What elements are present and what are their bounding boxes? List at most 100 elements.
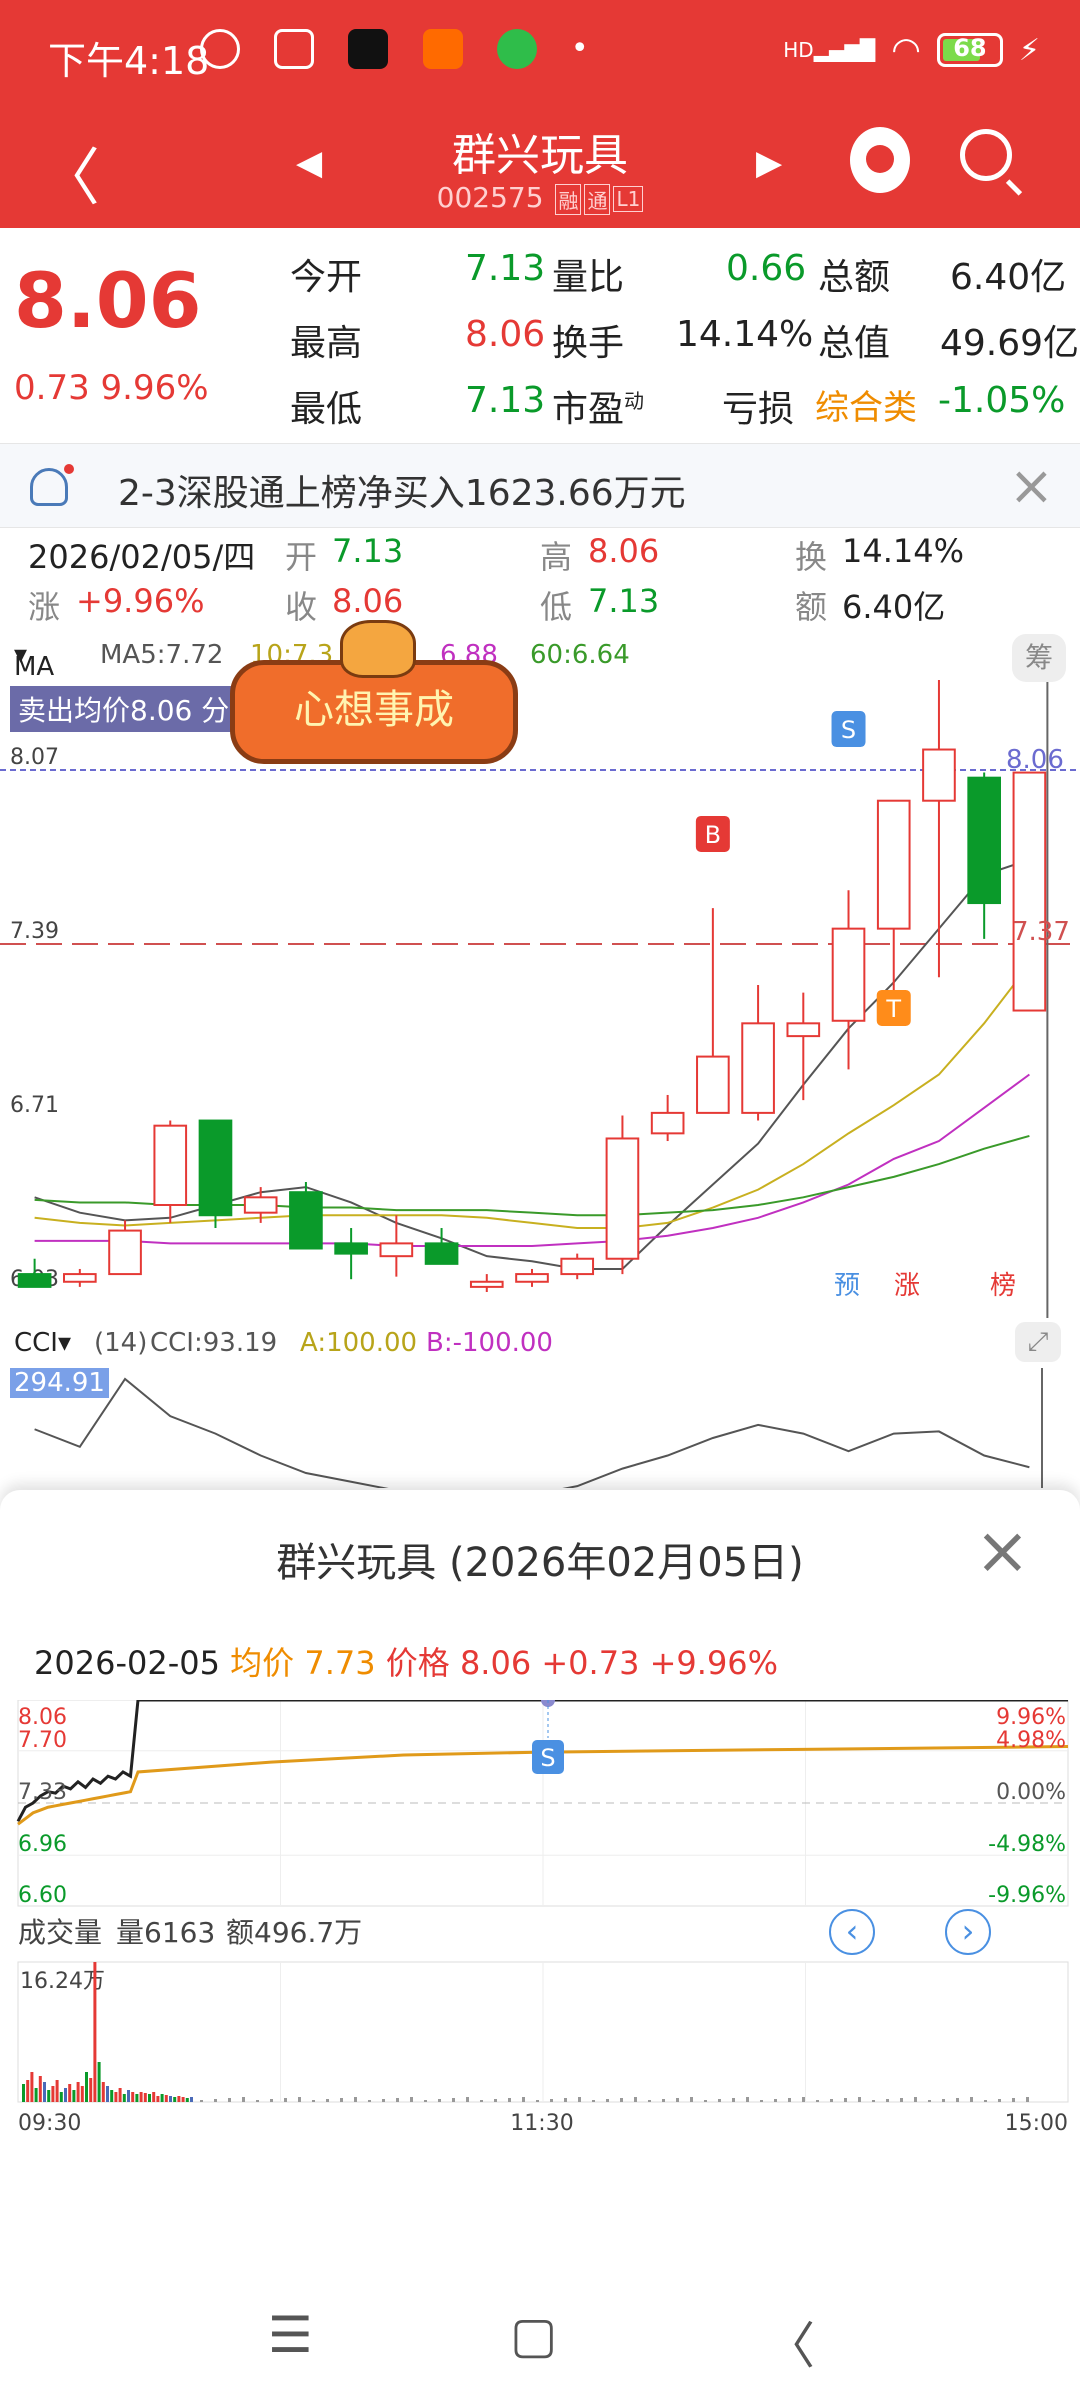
candle-body (334, 1242, 368, 1255)
label-sector[interactable]: 综合类 (815, 380, 917, 429)
notice-bar[interactable]: 2-3深股通上榜净买入1623.66万元 × (0, 443, 1080, 528)
volume-bar (173, 2097, 177, 2102)
close-icon[interactable]: × (1009, 454, 1054, 517)
ma-selector[interactable]: MA ▾ (14, 640, 54, 682)
day-turnover-label: 换 (795, 538, 828, 576)
next-page-button[interactable]: › (945, 1909, 991, 1955)
system-nav-bar: ☰ ▢ 〈 (0, 2280, 1080, 2400)
candle-body (153, 1124, 188, 1207)
status-right: HD▂▄▆█ ◠ 68 ⚡ (783, 30, 1040, 70)
candle-body (515, 1273, 549, 1283)
signal-label: T (885, 995, 901, 1023)
ma-selector-label: MA (14, 652, 55, 682)
volume-bar (270, 2099, 273, 2102)
volume-bar (190, 2097, 193, 2102)
value-sector: -1.05% (938, 380, 1066, 421)
right-price-label: 7.37 (1012, 917, 1070, 947)
back-nav-icon[interactable]: 〈 (765, 2306, 815, 2378)
stock-code-line: 002575 融通 L1 (0, 181, 1080, 215)
cci-panel[interactable]: CCI▾ (14) CCI:93.19 A:100.00 B:-100.00 ⤢… (0, 1318, 1080, 1488)
next-stock-button[interactable]: ▶ (756, 143, 782, 183)
candle-body (1012, 771, 1047, 1012)
close-sheet-icon[interactable]: × (975, 1512, 1030, 1589)
volume-max-label: 16.24万 (20, 1969, 105, 1994)
volume-bar (662, 2099, 665, 2102)
volume-bar (816, 2100, 819, 2102)
volume-bar (97, 2062, 101, 2102)
day-info: 2026/02/05/四 开 7.13 高 8.06 换 14.14% 涨 +9… (0, 528, 1080, 628)
change-value: 0.73 (14, 368, 90, 408)
volume-bar (106, 2086, 109, 2102)
volume-bar (156, 2096, 160, 2102)
home-icon[interactable]: ▢ (510, 2306, 557, 2364)
volume-bar (970, 2097, 973, 2102)
volume-bar (564, 2098, 567, 2102)
event-tag: 预 (834, 1271, 860, 1301)
volume-bar (177, 2096, 181, 2102)
volume-bar (466, 2097, 469, 2102)
volume-bar (228, 2098, 231, 2102)
candle-body (967, 776, 1002, 905)
volume-bar (43, 2082, 46, 2102)
volume-bar (872, 2100, 875, 2102)
volume-bar (127, 2090, 130, 2102)
chip-button[interactable]: 筹 (1012, 634, 1066, 682)
charging-icon: ⚡ (1018, 32, 1040, 68)
prev-page-button[interactable]: ‹ (829, 1909, 875, 1955)
cci-chart (34, 1368, 1043, 1488)
label-marketcap: 总值 (818, 323, 891, 364)
volume-bar (452, 2098, 455, 2102)
volume-bar (942, 2099, 945, 2102)
volume-bar (89, 2078, 93, 2102)
arrow-glyph: ‹ (846, 1912, 859, 1950)
cci-selector[interactable]: CCI▾ (14, 1328, 71, 1358)
candle-body (469, 1280, 504, 1288)
day-chg-label: 涨 (28, 588, 61, 626)
quote-panel: 8.06 0.73 9.96% 今开 7.13 量比 0.66 总额 6.40亿… (0, 228, 1080, 443)
left-axis-label: 6.96 (18, 1832, 67, 1857)
tag-tong: 通 (584, 183, 611, 215)
current-price: 8.06 (14, 256, 202, 345)
cci-selector-label: CCI (14, 1328, 58, 1358)
volume-bar (956, 2098, 959, 2102)
search-icon[interactable] (960, 129, 1012, 181)
volume-bar (368, 2100, 371, 2102)
mascot-icon[interactable] (850, 127, 910, 193)
volume-bar (550, 2099, 553, 2102)
volume-bar (676, 2098, 679, 2102)
volume-bar (64, 2088, 67, 2102)
day-amount-label: 额 (795, 588, 828, 626)
volume-bar (51, 2086, 55, 2102)
arrow-glyph: › (962, 1912, 975, 1950)
label-open: 今开 (290, 257, 363, 298)
menu-icon[interactable]: ☰ (268, 2306, 313, 2364)
volume-bar (80, 2086, 84, 2102)
stock-code: 002575 (436, 181, 544, 214)
volume-bar (788, 2098, 791, 2102)
expand-icon[interactable]: ⤢ (1015, 1322, 1061, 1362)
tiger-icon (340, 620, 416, 678)
volume-bar (802, 2097, 805, 2102)
day-turnover: 14.14% (842, 532, 965, 570)
volume-bar (1026, 2097, 1029, 2102)
day-high: 8.06 (588, 532, 660, 570)
kline-chart[interactable]: 8.077.396.716.038.067.37BSST预涨榜 (0, 680, 1080, 1370)
volume-amount: 额496.7万 (226, 1916, 362, 1949)
volume-bar (164, 2095, 168, 2102)
value-high: 8.06 (465, 314, 546, 355)
volume-bar (326, 2099, 329, 2102)
right-axis-label: 4.98% (996, 1728, 1066, 1753)
avg-value: 7.73 (304, 1644, 376, 1682)
volume-bar (522, 2097, 525, 2102)
battery-icon: 68 (936, 33, 1003, 67)
volume-bar (984, 2100, 987, 2102)
intraday-chart[interactable]: 8.067.70 7.33 6.96 6.60 9.96%4.98% 0.00% -4.98… (0, 1700, 1080, 2320)
volume-bar (30, 2072, 34, 2102)
cci-a: A:100.00 (300, 1328, 418, 1358)
volume-bar (181, 2097, 185, 2102)
volume-bar (143, 2093, 147, 2102)
kline-panel[interactable]: MA ▾ MA5:7.72 10:7.3 6.88 60:6.64 卖出均价8.0… (0, 628, 1080, 1328)
candle-body (17, 1273, 52, 1288)
volume-bar (648, 2100, 651, 2102)
right-axis-label: -9.96% (988, 1883, 1066, 1908)
